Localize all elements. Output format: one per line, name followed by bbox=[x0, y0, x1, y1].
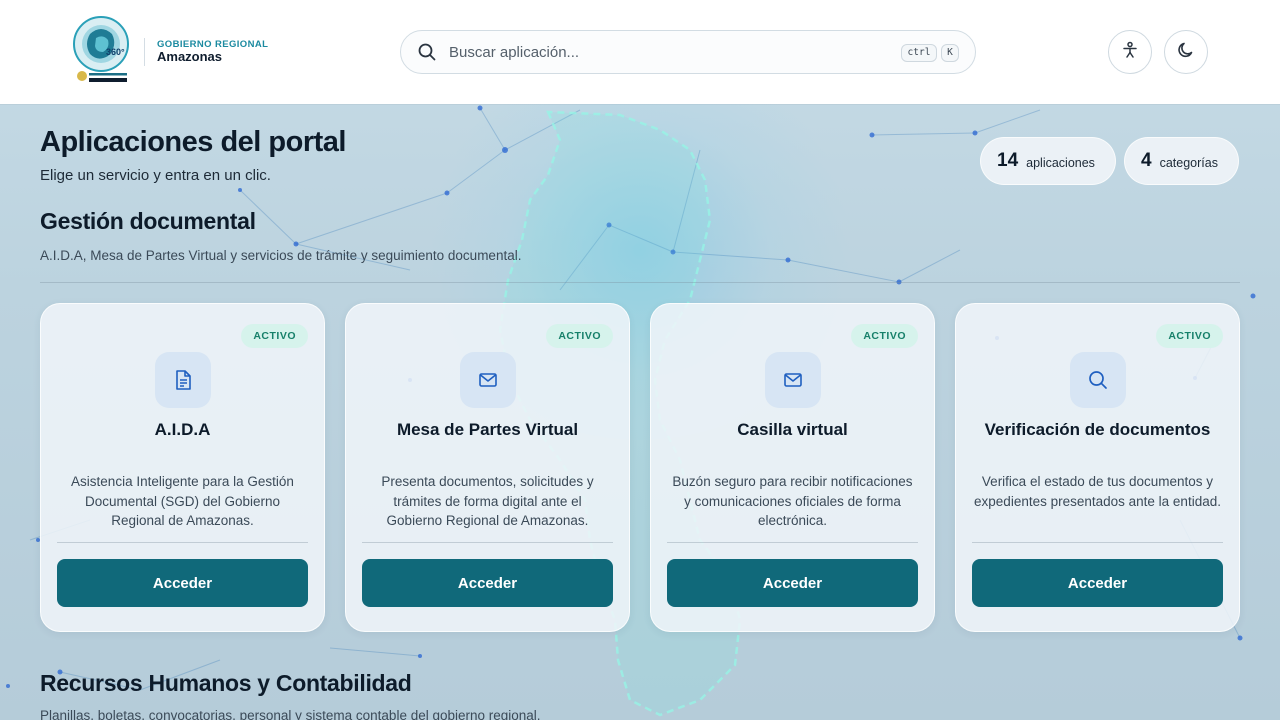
card-description: Buzón seguro para recibir notificaciones… bbox=[672, 474, 913, 528]
section-title-recursos-humanos: Recursos Humanos y Contabilidad bbox=[40, 670, 412, 696]
search-bar[interactable]: ctrl K bbox=[400, 30, 976, 74]
top-header: 360° GOBIERNO REGIONAL Amazonas ctrl K bbox=[0, 0, 1280, 104]
dark-mode-toggle[interactable] bbox=[1164, 30, 1208, 74]
card-title: Casilla virtual bbox=[737, 420, 848, 439]
shortcut-ctrl-key: ctrl bbox=[901, 44, 937, 62]
stat-applications: 14 aplicaciones bbox=[980, 137, 1116, 185]
stat-applications-label: aplicaciones bbox=[1026, 156, 1095, 170]
app-card-verificacion-documentos: ACTIVO Verificación de documentos Verifi… bbox=[955, 303, 1240, 632]
stat-categories-label: categorías bbox=[1159, 156, 1218, 170]
card-description: Presenta documentos, solicitudes y trámi… bbox=[381, 474, 594, 528]
status-badge: ACTIVO bbox=[851, 324, 918, 348]
moon-icon bbox=[1176, 40, 1196, 65]
card-divider bbox=[362, 542, 613, 543]
acceder-button-mesa-de-partes[interactable]: Acceder bbox=[362, 559, 613, 607]
search-icon bbox=[417, 42, 437, 62]
card-description: Verifica el estado de tus documentos y e… bbox=[974, 474, 1221, 509]
search-input[interactable] bbox=[449, 31, 879, 73]
card-title: Mesa de Partes Virtual bbox=[396, 420, 579, 439]
accessibility-button[interactable] bbox=[1108, 30, 1152, 74]
org-name: Amazonas bbox=[157, 49, 223, 64]
gobierno-regional-logo[interactable]: 360° bbox=[70, 16, 132, 88]
main-content: Aplicaciones del portal Elige un servici… bbox=[0, 104, 1280, 720]
logo-divider bbox=[144, 38, 145, 66]
card-description: Asistencia Inteligente para la Gestión D… bbox=[71, 474, 294, 528]
card-divider bbox=[57, 542, 308, 543]
acceder-button-aida[interactable]: Acceder bbox=[57, 559, 308, 607]
status-badge: ACTIVO bbox=[1156, 324, 1223, 348]
mail-icon bbox=[765, 352, 821, 408]
logo-badge-text: 360° bbox=[106, 47, 125, 57]
status-badge: ACTIVO bbox=[241, 324, 308, 348]
page-subtitle: Elige un servicio y entra en un clic. bbox=[40, 167, 271, 184]
stat-applications-value: 14 bbox=[997, 150, 1019, 171]
card-title: A.I.D.A bbox=[154, 420, 211, 439]
stat-categories-value: 4 bbox=[1141, 150, 1152, 171]
app-cards-grid: ACTIVO A.I.D.A Asistencia Inteligente pa… bbox=[40, 303, 1240, 633]
shortcut-k-key: K bbox=[941, 44, 959, 62]
acceder-button-verificacion[interactable]: Acceder bbox=[972, 559, 1223, 607]
page-title: Aplicaciones del portal bbox=[40, 126, 346, 158]
section-title-gestion-documental: Gestión documental bbox=[40, 208, 256, 234]
section-description: A.I.D.A, Mesa de Partes Virtual y servic… bbox=[40, 248, 522, 263]
document-icon bbox=[155, 352, 211, 408]
card-title: Verificación de documentos bbox=[984, 420, 1211, 439]
section-divider bbox=[40, 282, 1240, 283]
card-divider bbox=[972, 542, 1223, 543]
card-divider bbox=[667, 542, 918, 543]
stat-categories: 4 categorías bbox=[1124, 137, 1239, 185]
acceder-button-casilla-virtual[interactable]: Acceder bbox=[667, 559, 918, 607]
app-card-aida: ACTIVO A.I.D.A Asistencia Inteligente pa… bbox=[40, 303, 325, 632]
app-card-casilla-virtual: ACTIVO Casilla virtual Buzón seguro para… bbox=[650, 303, 935, 632]
accessibility-icon bbox=[1120, 40, 1140, 65]
status-badge: ACTIVO bbox=[546, 324, 613, 348]
app-card-mesa-de-partes: ACTIVO Mesa de Partes Virtual Presenta d… bbox=[345, 303, 630, 632]
search-icon bbox=[1070, 352, 1126, 408]
section-description: Planillas, boletas, convocatorias, perso… bbox=[40, 708, 541, 720]
mail-icon bbox=[460, 352, 516, 408]
